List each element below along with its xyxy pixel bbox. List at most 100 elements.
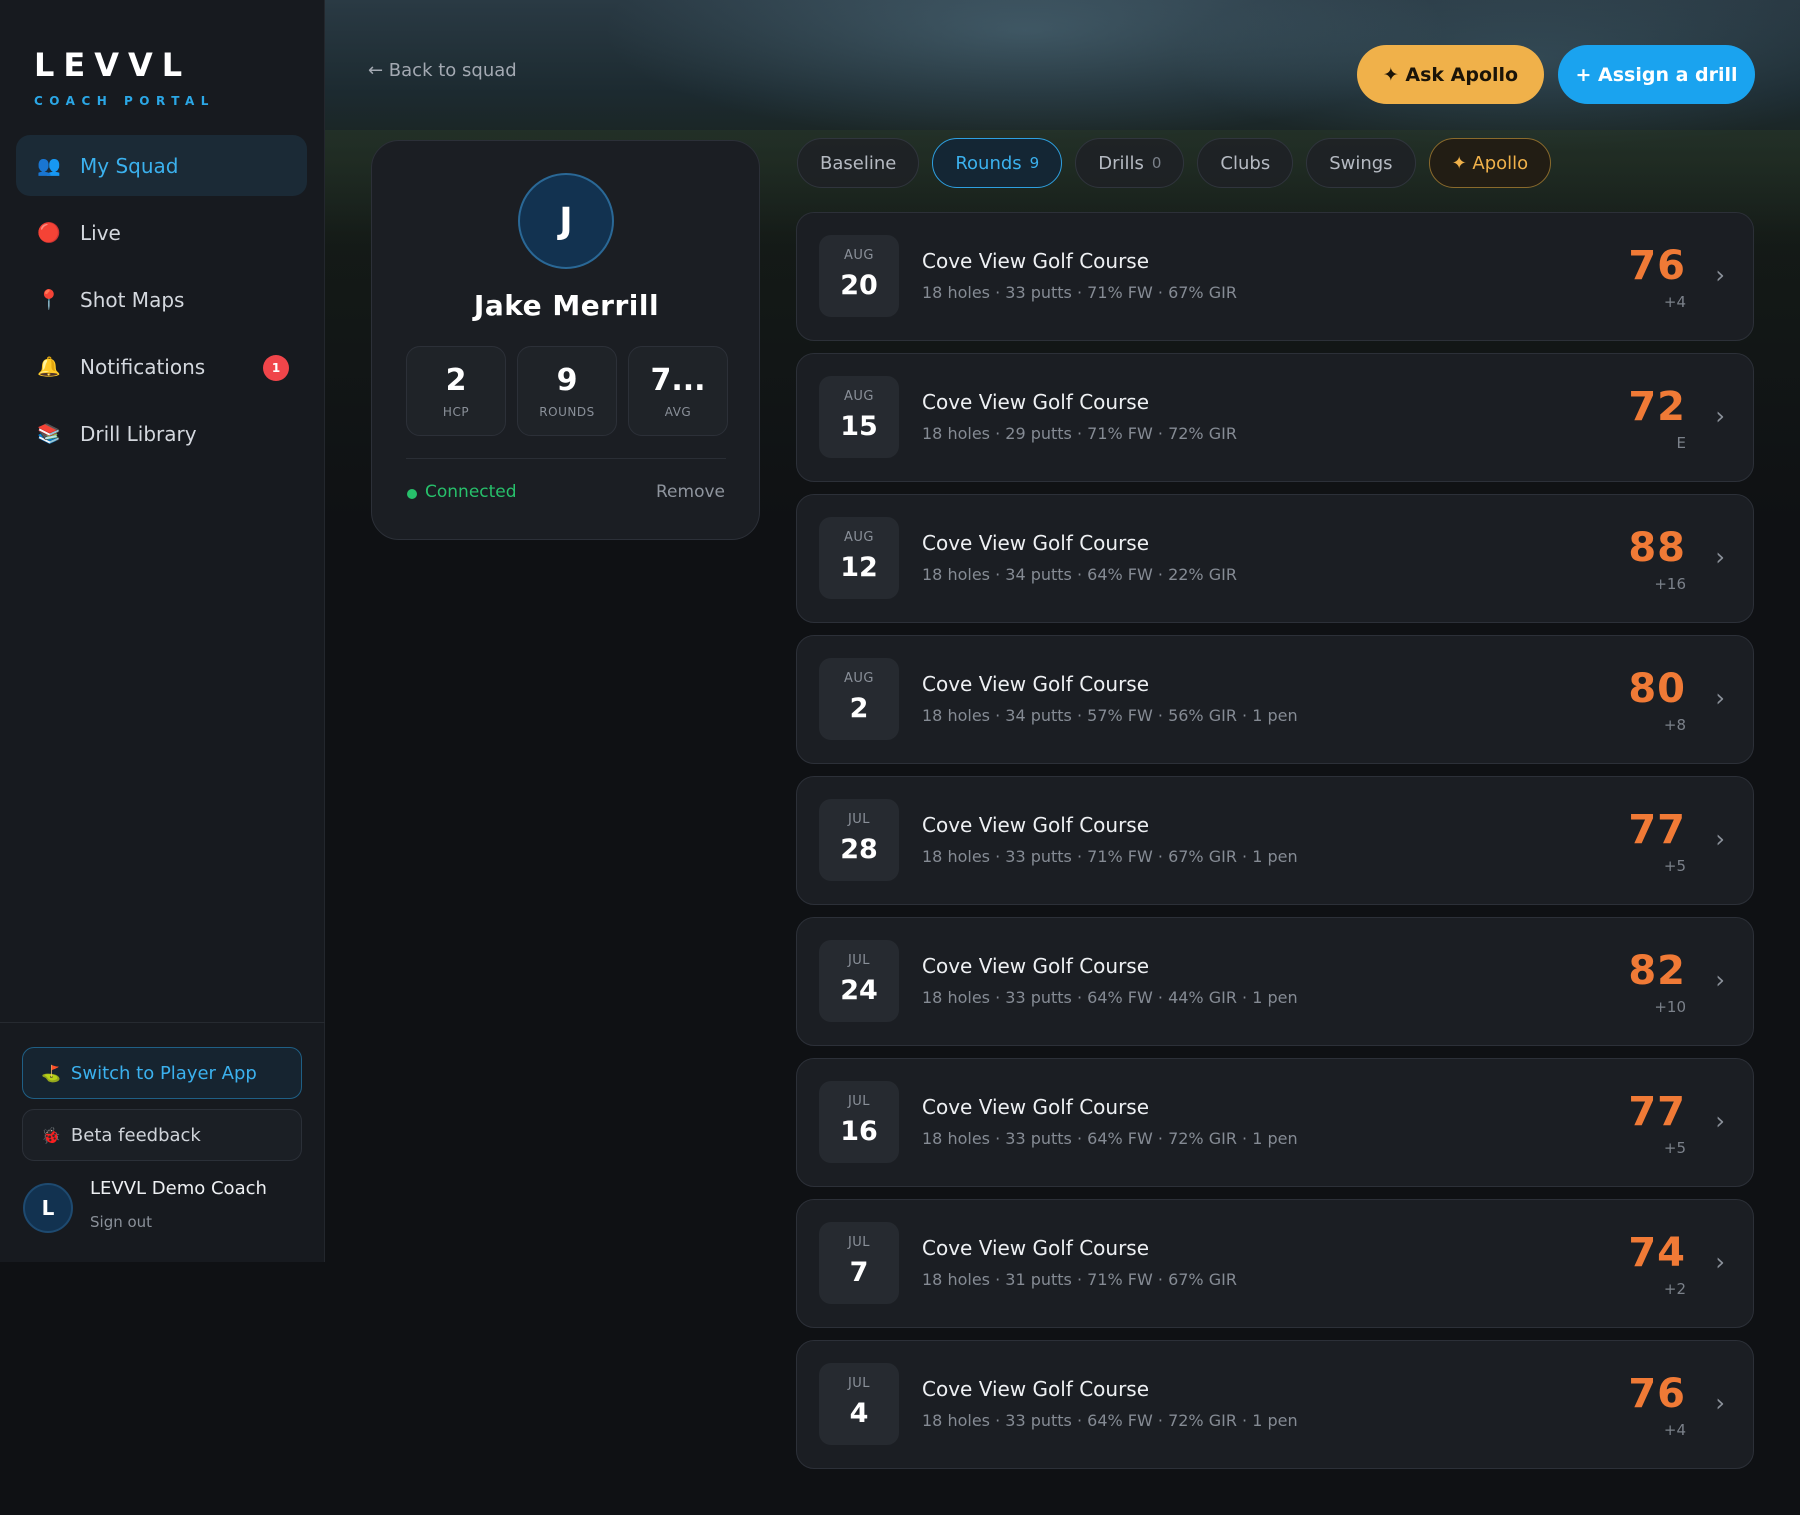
sidebar-item-notifications[interactable]: 🔔 Notifications 1 <box>16 336 307 397</box>
score-to-par: +10 <box>1654 998 1686 1016</box>
score-to-par: +4 <box>1663 293 1686 311</box>
status-dot-icon <box>407 489 417 499</box>
round-details: 18 holes · 33 putts · 64% FW · 72% GIR ·… <box>922 1129 1298 1148</box>
round-score: 72 <box>1628 384 1686 430</box>
date-day: 2 <box>849 693 869 724</box>
round-row[interactable]: JUL 4 Cove View Golf Course 18 holes · 3… <box>796 1340 1754 1469</box>
pin-icon: 📍 <box>37 289 61 311</box>
chevron-right-icon: › <box>1715 1389 1725 1417</box>
remove-player-link[interactable]: Remove <box>656 482 725 502</box>
sidebar-item-live[interactable]: 🔴 Live <box>16 202 307 263</box>
avatar: J <box>518 173 614 269</box>
sign-out-link[interactable]: Sign out <box>90 1213 152 1231</box>
course-name: Cove View Golf Course <box>922 390 1150 414</box>
sidebar-item-shot-maps[interactable]: 📍 Shot Maps <box>16 269 307 330</box>
course-name: Cove View Golf Course <box>922 954 1150 978</box>
date-month: AUG <box>844 671 874 686</box>
tab-label: Clubs <box>1220 152 1271 174</box>
user-name: LEVVL Demo Coach <box>90 1178 267 1199</box>
date-badge: JUL 24 <box>819 940 899 1022</box>
round-score: 77 <box>1628 807 1686 853</box>
tab-label: Baseline <box>820 152 897 174</box>
round-row[interactable]: JUL 24 Cove View Golf Course 18 holes · … <box>796 917 1754 1046</box>
date-badge: JUL 28 <box>819 799 899 881</box>
date-badge: JUL 7 <box>819 1222 899 1304</box>
tab-swings[interactable]: Swings <box>1306 138 1416 188</box>
course-name: Cove View Golf Course <box>922 672 1150 696</box>
round-score: 76 <box>1628 243 1686 289</box>
round-row[interactable]: JUL 16 Cove View Golf Course 18 holes · … <box>796 1058 1754 1187</box>
sidebar-item-my-squad[interactable]: 👥 My Squad <box>16 135 307 196</box>
date-month: JUL <box>847 1094 871 1109</box>
course-name: Cove View Golf Course <box>922 1236 1150 1260</box>
round-details: 18 holes · 33 putts · 64% FW · 72% GIR ·… <box>922 1411 1298 1430</box>
round-details: 18 holes · 31 putts · 71% FW · 67% GIR <box>922 1270 1237 1289</box>
stat-rounds: 9 ROUNDS <box>517 346 617 436</box>
back-to-squad-link[interactable]: ← Back to squad <box>368 60 517 81</box>
date-day: 20 <box>840 270 878 301</box>
sidebar-item-label: Notifications <box>80 354 206 379</box>
connection-status: Connected <box>425 482 517 502</box>
player-name: Jake Merrill <box>473 289 660 322</box>
date-badge: JUL 4 <box>819 1363 899 1445</box>
course-name: Cove View Golf Course <box>922 1377 1150 1401</box>
date-month: AUG <box>844 248 874 263</box>
round-row[interactable]: JUL 28 Cove View Golf Course 18 holes · … <box>796 776 1754 905</box>
score-to-par: +16 <box>1654 575 1686 593</box>
score-to-par: +8 <box>1663 716 1686 734</box>
round-score: 77 <box>1628 1089 1686 1135</box>
round-row[interactable]: AUG 15 Cove View Golf Course 18 holes · … <box>796 353 1754 482</box>
score-to-par: +2 <box>1663 1280 1686 1298</box>
logo-text: LEVVL <box>34 46 192 84</box>
card-divider <box>406 458 726 459</box>
date-day: 16 <box>840 1116 878 1147</box>
stat-value: 9 <box>556 363 578 398</box>
beta-label: Beta feedback <box>70 1124 201 1146</box>
date-badge: JUL 16 <box>819 1081 899 1163</box>
date-month: AUG <box>844 530 874 545</box>
chevron-right-icon: › <box>1715 402 1725 430</box>
chevron-right-icon: › <box>1715 825 1725 853</box>
ask-apollo-button[interactable]: ✦ Ask Apollo <box>1357 45 1544 104</box>
date-day: 28 <box>840 834 878 865</box>
date-day: 24 <box>840 975 878 1006</box>
date-month: JUL <box>847 1235 871 1250</box>
round-row[interactable]: JUL 7 Cove View Golf Course 18 holes · 3… <box>796 1199 1754 1328</box>
tab-apollo[interactable]: ✦ Apollo <box>1428 138 1552 188</box>
round-score: 80 <box>1628 666 1686 712</box>
beta-feedback-button[interactable]: 🐞 Beta feedback <box>22 1109 302 1161</box>
round-row[interactable]: AUG 2 Cove View Golf Course 18 holes · 3… <box>796 635 1754 764</box>
tab-baseline[interactable]: Baseline <box>797 138 920 188</box>
round-details: 18 holes · 33 putts · 71% FW · 67% GIR ·… <box>922 847 1298 866</box>
round-score: 82 <box>1628 948 1686 994</box>
player-card: J Jake Merrill 2 HCP 9 ROUNDS 7... AVG C… <box>371 140 760 540</box>
tab-rounds[interactable]: Rounds 9 <box>932 138 1063 188</box>
brand-logo[interactable]: LEVVL COACH PORTAL <box>34 46 215 108</box>
switch-to-player-app-button[interactable]: ⛳ Switch to Player App <box>22 1047 302 1099</box>
stat-label: HCP <box>442 405 470 419</box>
tab-clubs[interactable]: Clubs <box>1197 138 1294 188</box>
logo-subtitle: COACH PORTAL <box>34 94 215 108</box>
date-badge: AUG 12 <box>819 517 899 599</box>
assign-drill-button[interactable]: + Assign a drill <box>1558 45 1755 104</box>
stat-hcp: 2 HCP <box>406 346 506 436</box>
round-details: 18 holes · 33 putts · 71% FW · 67% GIR <box>922 283 1237 302</box>
books-icon: 📚 <box>37 423 61 445</box>
tab-count: 9 <box>1029 154 1040 172</box>
tab-drills[interactable]: Drills 0 <box>1075 138 1185 188</box>
course-name: Cove View Golf Course <box>922 813 1150 837</box>
stat-label: AVG <box>664 405 692 419</box>
date-day: 7 <box>849 1257 869 1288</box>
round-row[interactable]: AUG 12 Cove View Golf Course 18 holes · … <box>796 494 1754 623</box>
date-month: JUL <box>847 812 871 827</box>
people-icon: 👥 <box>37 155 61 177</box>
sidebar-item-drill-library[interactable]: 📚 Drill Library <box>16 403 307 464</box>
stat-label: ROUNDS <box>539 405 595 419</box>
score-to-par: +5 <box>1663 1139 1686 1157</box>
round-row[interactable]: AUG 20 Cove View Golf Course 18 holes · … <box>796 212 1754 341</box>
tab-label: Swings <box>1329 152 1393 174</box>
date-month: JUL <box>847 1376 871 1391</box>
sidebar-nav: 👥 My Squad 🔴 Live 📍 Shot Maps 🔔 Notifica… <box>16 135 307 470</box>
round-details: 18 holes · 34 putts · 57% FW · 56% GIR ·… <box>922 706 1298 725</box>
stat-value: 2 <box>445 363 467 398</box>
